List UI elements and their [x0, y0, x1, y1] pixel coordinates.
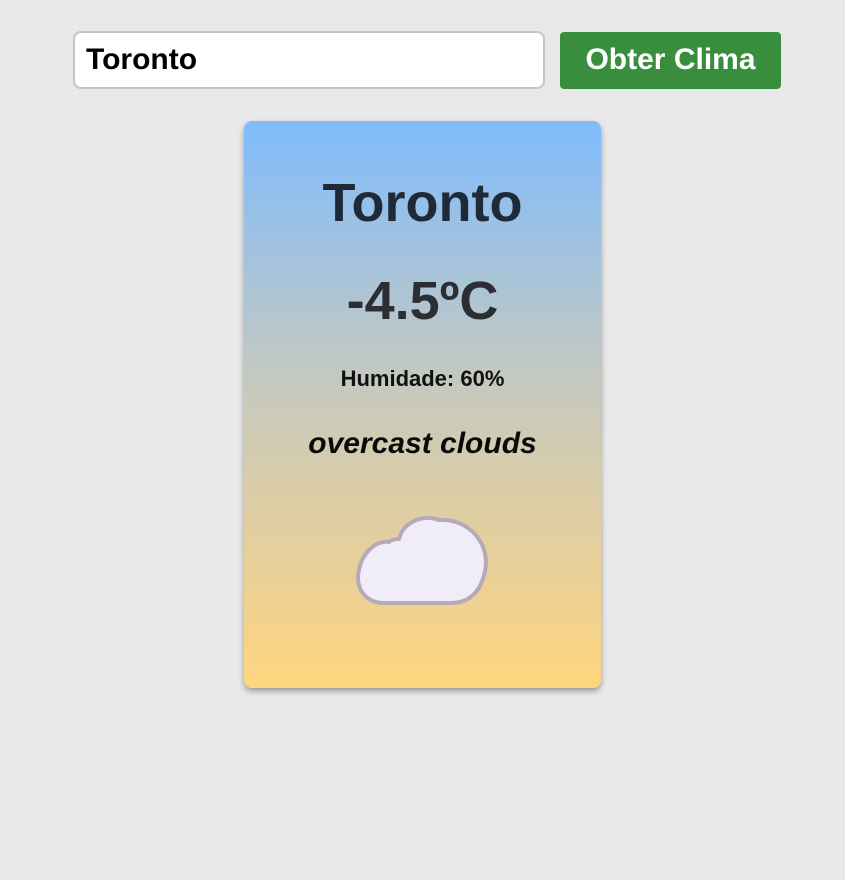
humidity-label: Humidade: — [340, 366, 455, 391]
city-search-input[interactable] — [73, 31, 545, 89]
search-bar: Obter Clima — [73, 31, 781, 89]
weather-card: Toronto -4.5ºC Humidade: 60% overcast cl… — [244, 121, 601, 688]
city-name: Toronto — [322, 173, 523, 233]
humidity: Humidade: 60% — [244, 366, 601, 392]
weather-description: overcast clouds — [308, 427, 537, 460]
humidity-value: 60% — [460, 366, 505, 391]
cloud-shape — [356, 516, 488, 606]
temperature: -4.5ºC — [346, 271, 499, 331]
get-weather-button[interactable]: Obter Clima — [560, 31, 781, 89]
cloud-icon — [356, 516, 488, 606]
